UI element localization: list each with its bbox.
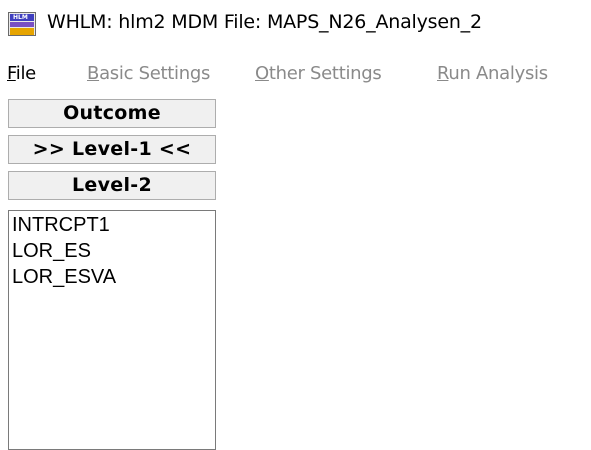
- icon-band-middle: [10, 22, 34, 27]
- icon-text: HLM: [13, 14, 28, 21]
- menu-basic-settings-label: asic Settings: [99, 63, 211, 84]
- variable-item-lor-esva[interactable]: LOR_ESVA: [12, 266, 116, 289]
- icon-band-bottom: [10, 28, 34, 35]
- menu-run-analysis-label: un Analysis: [448, 63, 548, 84]
- menu-file-label: ile: [15, 63, 36, 84]
- menu-run-analysis[interactable]: Run Analysis: [437, 63, 548, 84]
- variable-list[interactable]: INTRCPT1 LOR_ES LOR_ESVA: [8, 210, 216, 450]
- menu-file[interactable]: File: [7, 63, 36, 84]
- level1-button[interactable]: >> Level-1 <<: [8, 135, 216, 164]
- variable-item-lor-es[interactable]: LOR_ES: [12, 240, 91, 263]
- menu-file-mnemonic: F: [7, 63, 16, 84]
- variable-item-intrcpt1[interactable]: INTRCPT1: [12, 214, 110, 237]
- hlm-app-icon[interactable]: HLM: [8, 12, 36, 36]
- menu-bar: File Basic Settings Other Settings Run A…: [0, 60, 591, 90]
- menu-other-settings-mnemonic: O: [255, 63, 269, 84]
- menu-other-settings-label: ther Settings: [268, 63, 382, 84]
- window-title: WHLM: hlm2 MDM File: MAPS_N26_Analysen_2: [47, 11, 482, 33]
- menu-run-analysis-mnemonic: R: [437, 63, 449, 84]
- menu-other-settings[interactable]: Other Settings: [255, 63, 382, 84]
- menu-basic-settings-mnemonic: B: [87, 63, 100, 84]
- title-bar: HLM WHLM: hlm2 MDM File: MAPS_N26_Analys…: [0, 0, 591, 50]
- level2-button[interactable]: Level-2: [8, 171, 216, 200]
- icon-band-top: HLM: [10, 14, 34, 21]
- menu-basic-settings[interactable]: Basic Settings: [87, 63, 210, 84]
- outcome-button[interactable]: Outcome: [8, 99, 216, 128]
